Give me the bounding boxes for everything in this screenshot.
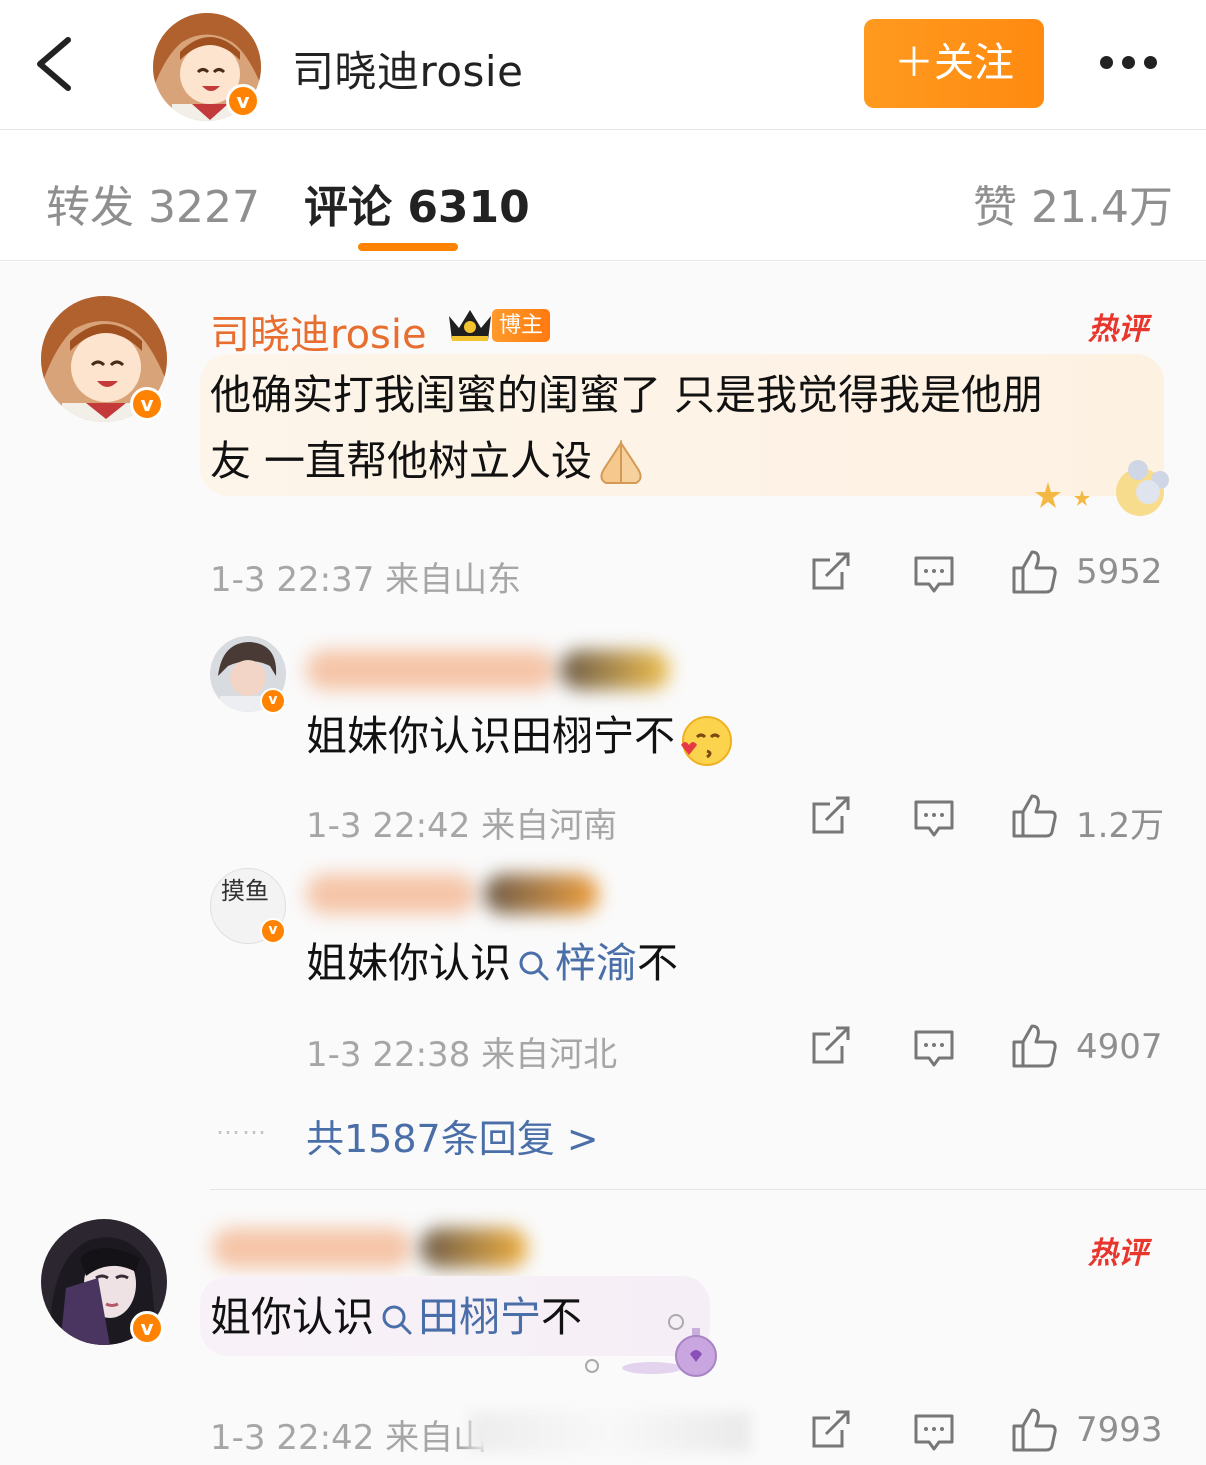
comment-icon[interactable] xyxy=(912,552,956,596)
bubble-decoration xyxy=(585,1314,717,1377)
more-replies-dots: …… xyxy=(216,1112,268,1140)
comment-text-suffix: 不 xyxy=(541,1293,582,1341)
reply-author-badge-blurred xyxy=(484,874,599,914)
comment-divider xyxy=(210,1189,1206,1190)
comment-text-line: 友 一直帮他树立人设 xyxy=(210,428,1160,494)
tab-likes[interactable]: 赞 21.4万 xyxy=(973,171,1173,235)
back-icon[interactable] xyxy=(30,34,80,94)
like-icon[interactable] xyxy=(1010,548,1058,596)
like-icon[interactable] xyxy=(1010,792,1058,840)
repost-icon[interactable] xyxy=(808,794,852,838)
follow-button[interactable]: ＋关注 xyxy=(864,19,1044,108)
comment-text: 姐你认识 田栩宁不 xyxy=(210,1284,582,1350)
more-replies-link[interactable]: 共1587条回复 > xyxy=(306,1108,599,1163)
repost-icon[interactable] xyxy=(808,1024,852,1068)
reply-meta: 1-3 22:42 来自河南 xyxy=(306,806,618,846)
more-icon[interactable] xyxy=(1090,48,1170,78)
like-count: 7993 xyxy=(1076,1410,1163,1450)
reply-text-suffix: 不 xyxy=(637,939,678,987)
comment-icon[interactable] xyxy=(912,1410,956,1454)
blogger-badge: 博主 xyxy=(492,309,551,342)
tab-comments[interactable]: 评论 6310 xyxy=(304,171,530,235)
repost-icon[interactable] xyxy=(808,550,852,594)
hot-comment-badge: 热评 xyxy=(1088,1236,1148,1271)
reply-text-content: 姐妹你认识田栩宁不 xyxy=(306,712,675,760)
tab-bar: 转发 3227 评论 6310 赞 21.4万 xyxy=(0,131,1206,261)
like-icon[interactable] xyxy=(1010,1406,1058,1454)
verified-badge: v xyxy=(130,387,164,421)
verified-badge: v xyxy=(226,84,260,118)
like-count: 5952 xyxy=(1076,552,1163,592)
topic-link[interactable]: 田栩宁 xyxy=(374,1293,541,1341)
reply-author-name-blurred xyxy=(306,650,556,690)
like-icon[interactable] xyxy=(1010,1022,1058,1070)
active-tab-indicator xyxy=(358,243,458,251)
bubble-decoration xyxy=(1035,460,1169,516)
crown-icon xyxy=(449,310,491,341)
reply-avatar-text: 摸鱼 xyxy=(221,877,269,905)
praying-hands-emoji xyxy=(592,439,650,489)
topic-link-text: 梓渝 xyxy=(555,939,637,987)
like-count: 1.2万 xyxy=(1076,806,1165,846)
reply-text: 姐妹你认识 梓渝不 xyxy=(306,930,678,996)
comment-meta: 1-3 22:42 来自山 xyxy=(210,1418,488,1458)
comment-author-badge-blurred xyxy=(420,1228,528,1268)
comment-author-name-blurred xyxy=(212,1228,412,1268)
reply-author-badge-blurred xyxy=(560,650,670,690)
verified-badge: v xyxy=(260,918,286,944)
verified-badge: v xyxy=(130,1311,164,1345)
hot-comment-badge: 热评 xyxy=(1088,312,1148,347)
verified-badge: v xyxy=(260,688,286,714)
repost-icon[interactable] xyxy=(808,1408,852,1452)
reply-text-prefix: 姐妹你认识 xyxy=(306,939,511,987)
topic-link-text: 田栩宁 xyxy=(418,1293,541,1341)
like-count: 4907 xyxy=(1076,1027,1163,1067)
comment-icon[interactable] xyxy=(912,1026,956,1070)
reply-author-name-blurred xyxy=(306,874,476,914)
comment-author-name[interactable]: 司晓迪rosie xyxy=(210,302,427,360)
kiss-emoji xyxy=(675,711,737,767)
blurred-region xyxy=(470,1412,750,1452)
comment-list: v 司晓迪rosie 博主 热评 他确实打我闺蜜的闺蜜了 只是我觉得我是他朋 友… xyxy=(0,262,1206,1465)
comment-text-line-2: 友 一直帮他树立人设 xyxy=(210,437,593,485)
reply-meta: 1-3 22:38 来自河北 xyxy=(306,1035,618,1075)
reply-text: 姐妹你认识田栩宁不 xyxy=(306,703,737,769)
topic-link[interactable]: 梓渝 xyxy=(511,939,637,987)
comment-text-line: 他确实打我闺蜜的闺蜜了 只是我觉得我是他朋 xyxy=(210,371,1044,419)
comment-text-prefix: 姐你认识 xyxy=(210,1293,374,1341)
tab-reposts[interactable]: 转发 3227 xyxy=(46,171,260,235)
comment-meta: 1-3 22:37 来自山东 xyxy=(210,560,522,600)
top-bar: v 司晓迪rosie ＋关注 xyxy=(0,0,1206,130)
comment-icon[interactable] xyxy=(912,796,956,840)
search-icon xyxy=(382,1305,412,1335)
author-name[interactable]: 司晓迪rosie xyxy=(292,38,523,99)
search-icon xyxy=(519,951,549,981)
comment-text: 他确实打我闺蜜的闺蜜了 只是我觉得我是他朋 友 一直帮他树立人设 xyxy=(210,362,1160,494)
